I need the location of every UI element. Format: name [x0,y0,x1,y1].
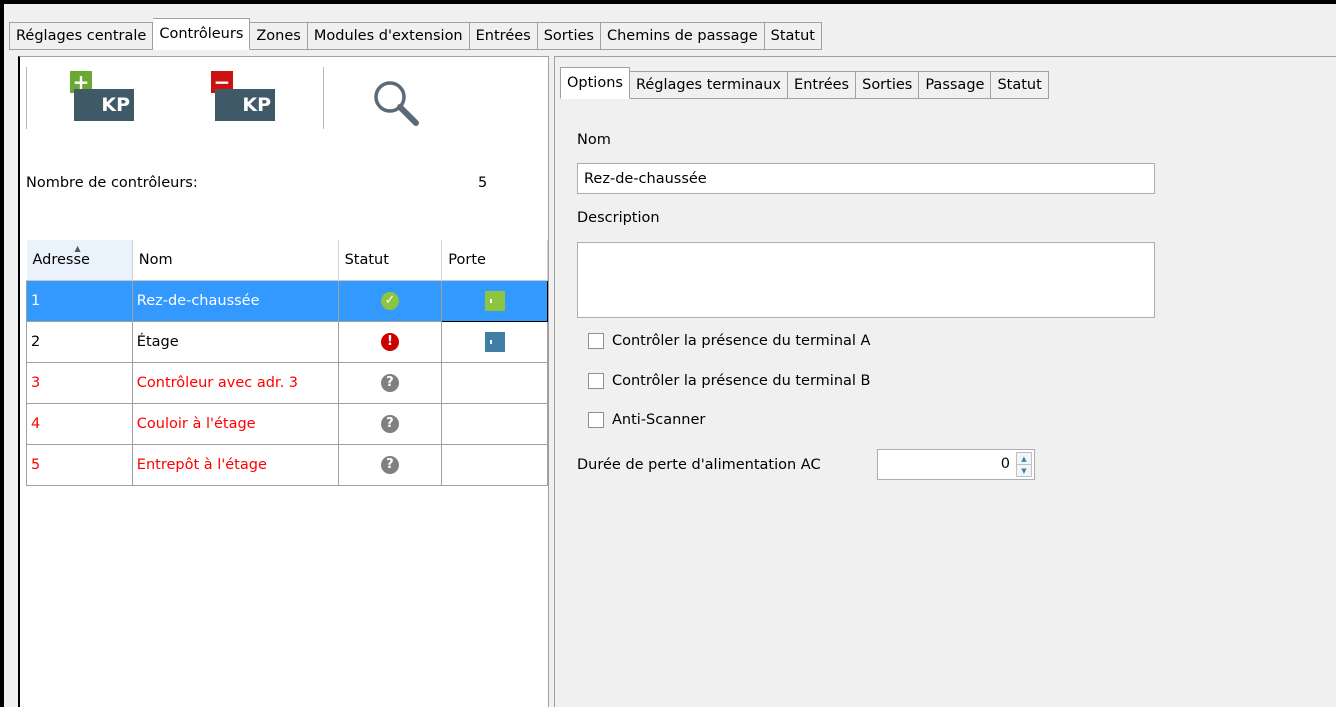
table-row[interactable]: 1 Rez-de-chaussée ✓ [26,279,548,322]
cell-address: 2 [26,321,133,363]
controllers-table: ▲ Adresse Nom Statut Porte 1 Rez-de-chau… [26,240,548,486]
tab-reglages-terminaux[interactable]: Réglages terminaux [629,71,789,99]
name-field[interactable]: Rez-de-chaussée [577,163,1155,194]
column-header-nom[interactable]: Nom [132,240,339,281]
name-label: Nom [577,132,611,148]
remove-controller-button[interactable]: − KP [211,71,275,127]
check-terminal-a-label: Contrôler la présence du terminal A [612,333,871,349]
column-header-adresse[interactable]: ▲ Adresse [26,240,133,281]
cell-door [441,403,548,445]
top-tab-bar: Réglages centrale Contrôleurs Zones Modu… [9,18,822,50]
cell-door [441,444,548,486]
tab-zones[interactable]: Zones [250,22,308,50]
cell-door [441,321,548,363]
magnifier-icon [374,81,419,126]
cell-status: ✓ [338,280,443,322]
toolbar-separator [323,67,324,129]
check-terminal-a-checkbox[interactable]: Contrôler la présence du terminal A [588,333,870,349]
add-controller-button[interactable]: + KP [70,71,134,127]
cell-status: ! [338,321,443,363]
cell-address: 3 [26,362,133,404]
door-closed-icon [484,331,505,352]
ac-loss-stepper[interactable]: 0 ▲ ▼ [877,449,1035,480]
checkbox-box[interactable] [588,333,604,349]
tab-passage[interactable]: Passage [919,71,992,99]
cell-name: Étage [132,321,339,363]
anti-scanner-checkbox[interactable]: Anti-Scanner [588,412,705,428]
cell-address: 4 [26,403,133,445]
status-error-icon: ! [380,332,399,351]
sort-ascending-icon: ▲ [74,244,81,253]
table-row[interactable]: 2 Étage ! [26,321,548,363]
kp-label: KP [215,89,275,121]
tab-statut[interactable]: Statut [764,22,822,50]
controller-count-label: Nombre de contrôleurs: [26,175,198,191]
cell-status: ? [338,403,443,445]
cell-name: Entrepôt à l'étage [132,444,339,486]
tab-chemins-passage[interactable]: Chemins de passage [600,22,765,50]
search-controllers-button[interactable] [370,77,422,129]
cell-door [441,362,548,404]
cell-name: Contrôleur avec adr. 3 [132,362,339,404]
description-field[interactable] [577,242,1155,318]
checkbox-box[interactable] [588,373,604,389]
toolbar-separator [26,67,27,129]
anti-scanner-label: Anti-Scanner [612,412,706,428]
tab-modules-extension[interactable]: Modules d'extension [307,22,470,50]
details-tab-bar: Options Réglages terminaux Entrées Sorti… [560,67,1049,99]
checkbox-box[interactable] [588,412,604,428]
check-terminal-b-checkbox[interactable]: Contrôler la présence du terminal B [588,373,871,389]
tab-entrees[interactable]: Entrées [788,71,857,99]
stepper-up-icon[interactable]: ▲ [1017,453,1031,465]
controller-count-value: 5 [478,175,488,191]
tab-sorties[interactable]: Sorties [856,71,920,99]
table-row[interactable]: 3 Contrôleur avec adr. 3 ? [26,362,548,404]
stepper-buttons: ▲ ▼ [1016,452,1032,477]
table-row[interactable]: 4 Couloir à l'étage ? [26,403,548,445]
kp-label: KP [74,89,134,121]
controllers-panel: + KP − KP Nombre de contrôleurs: 5 ▲ Adr… [18,56,549,707]
tab-controleurs[interactable]: Contrôleurs [153,18,251,50]
tab-statut[interactable]: Statut [991,71,1049,99]
cell-name: Rez-de-chaussée [132,280,339,322]
status-unknown-icon: ? [380,455,399,474]
table-row[interactable]: 5 Entrepôt à l'étage ? [26,444,548,486]
column-header-statut[interactable]: Statut [338,240,443,281]
status-unknown-icon: ? [380,373,399,392]
tab-entrees[interactable]: Entrées [469,22,538,50]
status-unknown-icon: ? [380,414,399,433]
description-label: Description [577,210,660,226]
door-open-icon [484,290,505,311]
cell-status: ? [338,362,443,404]
options-form: Nom Rez-de-chaussée Description Contrôle… [555,99,1336,707]
cell-status: ? [338,444,443,486]
cell-address: 1 [26,280,133,322]
column-header-porte[interactable]: Porte [441,240,548,281]
tab-options[interactable]: Options [560,67,630,99]
tab-reglages-centrale[interactable]: Réglages centrale [9,22,154,50]
ac-loss-value[interactable]: 0 [1001,456,1010,472]
ac-loss-label: Durée de perte d'alimentation AC [577,457,821,473]
controllers-toolbar: + KP − KP [20,57,548,137]
cell-door [441,279,548,322]
stepper-down-icon[interactable]: ▼ [1017,465,1031,476]
status-ok-icon: ✓ [380,291,399,310]
controller-details-panel: Options Réglages terminaux Entrées Sorti… [554,56,1336,707]
check-terminal-b-label: Contrôler la présence du terminal B [612,373,871,389]
cell-address: 5 [26,444,133,486]
tab-sorties[interactable]: Sorties [537,22,601,50]
cell-name: Couloir à l'étage [132,403,339,445]
main-window: Réglages centrale Contrôleurs Zones Modu… [0,0,1336,707]
